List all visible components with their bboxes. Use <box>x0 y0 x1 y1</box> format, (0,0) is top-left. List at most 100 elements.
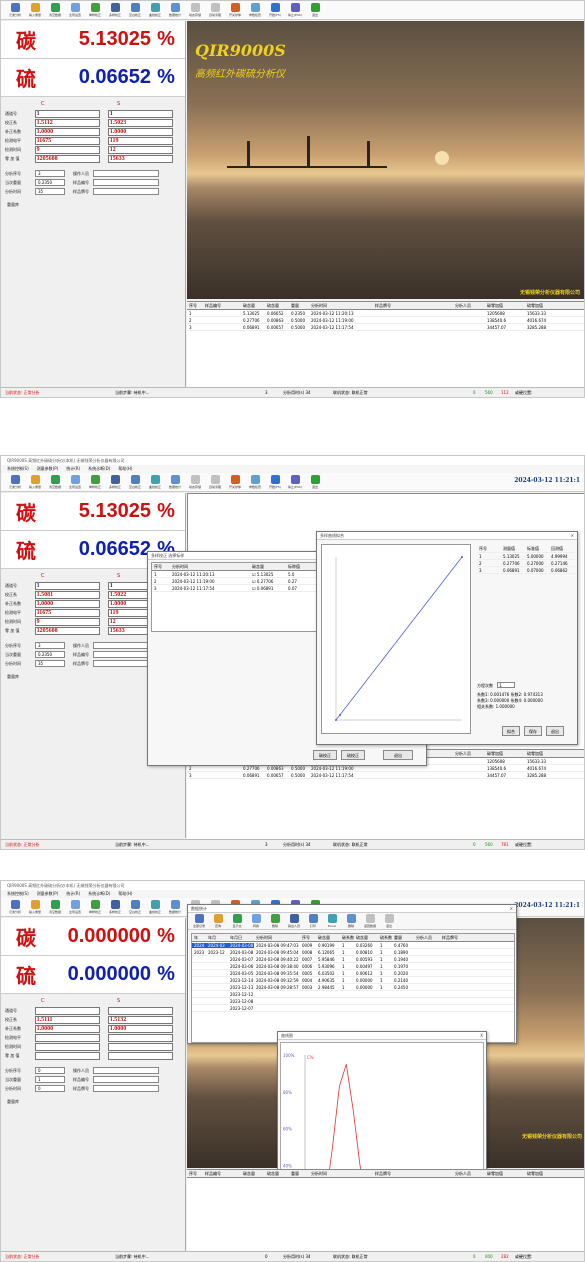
table-row[interactable]: 2 0.27706 0.00863 0.5000 2024-03-12 11:19:00… <box>187 765 584 772</box>
toolbar-button[interactable]: 曲线校正 <box>147 2 163 19</box>
toolbar-button[interactable]: 开关炉体 <box>227 474 243 491</box>
exit-button[interactable]: 退出 <box>383 750 413 760</box>
toolbar-button[interactable]: 单样校正 <box>87 2 103 19</box>
column-header[interactable]: 分析时间 <box>309 1171 373 1177</box>
column-header[interactable]: 年月日 <box>228 935 254 941</box>
toolbar-button[interactable]: 空白校正 <box>127 474 143 491</box>
column-header[interactable]: 分析人员 <box>453 1171 485 1177</box>
toolbar-button[interactable]: 开始(F5) <box>267 474 283 491</box>
sulfur-param-field[interactable] <box>107 1051 173 1060</box>
menu-item[interactable]: 帮助(H) <box>118 891 132 897</box>
column-header[interactable]: 硫零加值 <box>525 751 565 757</box>
toolbar-button[interactable]: 动态存储 <box>187 474 203 491</box>
column-header[interactable]: 序号 <box>152 564 170 570</box>
toolbar-button[interactable]: 元素分析 <box>7 899 23 916</box>
carbon-param-field[interactable]: 11675 <box>34 136 100 145</box>
column-header[interactable]: 分析人员 <box>414 935 440 941</box>
column-header[interactable]: 碳零加值 <box>485 1171 525 1177</box>
toolbar-button[interactable]: 清空数据 <box>47 899 63 916</box>
info-field[interactable] <box>93 1076 159 1083</box>
column-header[interactable]: 硫含量 <box>354 935 378 941</box>
table-row[interactable]: 2 2024-03-12 11:19:00 ☑ 0.27706 0.27 <box>152 578 330 585</box>
close-icon[interactable]: X <box>480 1033 483 1038</box>
column-header[interactable]: 样品编号 <box>203 1171 241 1177</box>
table-row[interactable]: 2023 2023-12 2024-03-08 2024-03-08 09:45:04… <box>192 949 514 956</box>
info-field[interactable] <box>93 170 159 177</box>
toolbar-button[interactable]: 参数检查 <box>247 474 263 491</box>
table-row[interactable]: 2023-12-13 2024-03-08 09:28:57 0003 2.98445… <box>192 984 514 991</box>
info-field[interactable] <box>93 1085 159 1092</box>
column-header[interactable]: 样品编号 <box>203 303 241 309</box>
toolbar-button[interactable]: 参数检查 <box>247 2 263 19</box>
column-header[interactable]: 序号 <box>300 935 316 941</box>
table-row[interactable]: 2024 2024-03 2024-03-08 2024-03-08 09:47:03… <box>192 942 514 949</box>
table-row[interactable]: 2023-12-14 2024-03-08 09:32:59 0004 4.90635… <box>192 977 514 984</box>
column-header[interactable]: 碳零加值 <box>485 751 525 757</box>
toolbar-button[interactable]: 清空数据 <box>47 2 63 19</box>
sulfur-param-field[interactable] <box>107 1042 173 1051</box>
column-header[interactable]: 分析时间 <box>309 303 373 309</box>
column-header[interactable]: 碳零加值 <box>485 303 525 309</box>
toolbar-button[interactable]: 曲线校正 <box>147 474 163 491</box>
sulfur-param-field[interactable] <box>107 1006 173 1015</box>
table-row[interactable]: 1 2024-03-12 11:20:13 ☑ 5.13025 5.0 <box>152 571 330 578</box>
stat-toolbar-button[interactable]: 查询 <box>210 913 226 930</box>
column-header[interactable]: 分析人员 <box>453 303 485 309</box>
info-field[interactable]: 0 <box>35 1067 65 1074</box>
carbon-calibrate-button[interactable]: 碳校正 <box>313 750 337 760</box>
column-header[interactable]: 分析时间 <box>170 564 250 570</box>
carbon-param-field[interactable]: 1.0000 <box>34 1024 100 1033</box>
table-row[interactable]: 2024-03-06 2024-03-08 09:38:40 0006 5.93096… <box>192 963 514 970</box>
column-header[interactable]: 硫系数 <box>378 935 392 941</box>
toolbar-button[interactable]: 输入重量 <box>27 2 43 19</box>
menu-item[interactable]: 系统诊断(D) <box>88 891 110 897</box>
stat-toolbar-button[interactable]: 显示全 <box>229 913 245 930</box>
column-header[interactable]: 硫零加值 <box>525 303 565 309</box>
table-row[interactable]: 2024-03-05 2024-03-08 09:35:54 0005 6.03502… <box>192 970 514 977</box>
info-field[interactable] <box>93 1067 159 1074</box>
menu-item[interactable]: 系统诊断(D) <box>88 466 110 472</box>
sulfur-param-field[interactable]: 1 <box>107 109 173 118</box>
toolbar-button[interactable]: 单样校正 <box>87 899 103 916</box>
column-header[interactable]: 碳含量 <box>250 564 286 570</box>
toolbar-button[interactable]: 元素分析 <box>7 2 23 19</box>
sulfur-param-field[interactable] <box>107 1033 173 1042</box>
info-field[interactable]: 35 <box>35 660 65 667</box>
column-header[interactable]: 碳系数 <box>340 935 354 941</box>
column-header[interactable]: 硫含量 <box>265 1171 289 1177</box>
toolbar-button[interactable]: 多样校正 <box>107 474 123 491</box>
column-header[interactable]: 年月 <box>206 935 228 941</box>
carbon-param-field[interactable]: 1.5081 <box>34 590 100 599</box>
toolbar-button[interactable]: 全局设置 <box>67 474 83 491</box>
toolbar-button[interactable]: 全局设置 <box>67 2 83 19</box>
table-row[interactable]: 1 5.13025 0.06652 0.2350 2024-03-12 11:20:13… <box>187 310 584 317</box>
table-row[interactable]: 3 0.06891 0.00657 0.5000 2024-03-12 11:17:54… <box>187 772 584 779</box>
sulfur-param-field[interactable]: 15633 <box>107 154 173 163</box>
column-header[interactable]: 标称值 <box>286 564 316 570</box>
carbon-param-field[interactable]: 1 <box>34 109 100 118</box>
table-row[interactable]: 2023-12-12 <box>192 991 514 998</box>
save-button[interactable]: 保存 <box>524 726 542 736</box>
column-header[interactable]: 序号 <box>187 1171 203 1177</box>
info-field[interactable]: 0.2350 <box>35 179 65 186</box>
carbon-param-field[interactable]: 1.5112 <box>34 118 100 127</box>
table-row[interactable]: 2023-12-07 <box>192 1005 514 1012</box>
carbon-param-field[interactable] <box>34 1051 100 1060</box>
sulfur-param-field[interactable]: 1.0000 <box>107 1024 173 1033</box>
close-icon[interactable]: ✕ <box>571 533 574 538</box>
stat-toolbar-button[interactable]: 返回数据 <box>362 913 378 930</box>
column-header[interactable]: 年 <box>192 935 206 941</box>
fit-exit-button[interactable]: 退出 <box>546 726 564 736</box>
toolbar-button[interactable]: 开始(F5) <box>267 2 283 19</box>
sulfur-param-field[interactable]: 1.0000 <box>107 127 173 136</box>
toolbar-button[interactable]: 数据统计 <box>167 899 183 916</box>
menu-item[interactable]: 统计(R) <box>66 891 80 897</box>
info-field[interactable]: 3 <box>35 170 65 177</box>
sulfur-param-field[interactable]: 12 <box>107 145 173 154</box>
stat-toolbar-button[interactable]: 打印 <box>305 913 321 930</box>
info-field[interactable]: 35 <box>35 188 65 195</box>
column-header[interactable]: 硫含量 <box>265 303 289 309</box>
info-field[interactable]: 0 <box>35 1085 65 1092</box>
stat-toolbar-button[interactable]: 退出 <box>381 913 397 930</box>
sulfur-param-field[interactable]: 119 <box>107 136 173 145</box>
